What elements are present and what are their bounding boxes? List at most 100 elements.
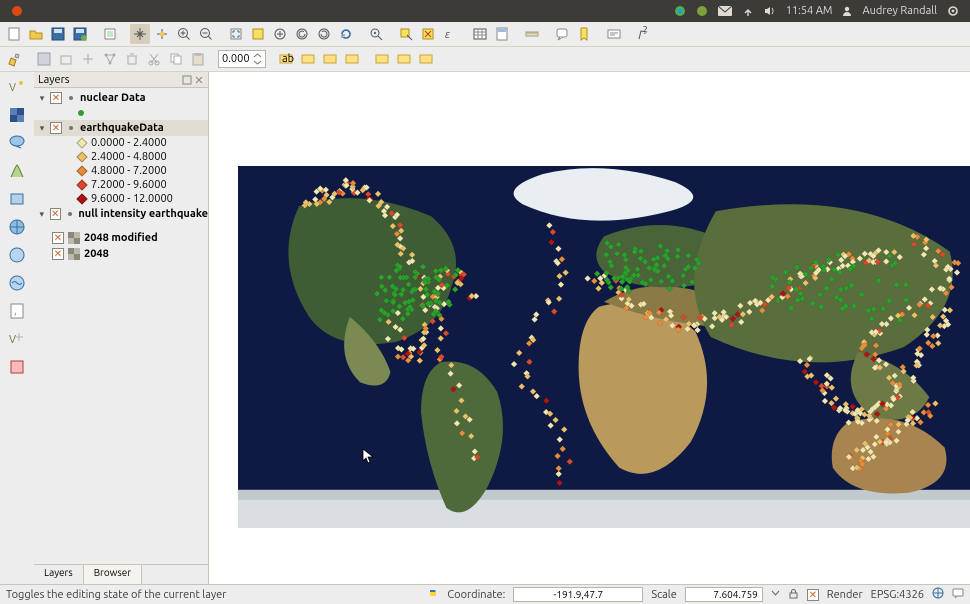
layers-tree[interactable]: ▾ nuclear Data ▾ earthquakeData 0.0000 -… [34,88,208,564]
offset-spin[interactable]: 0.000 [218,50,266,68]
panel-undock-icon[interactable] [182,75,192,85]
layer-checkbox[interactable] [50,208,61,220]
coord-field[interactable] [513,587,643,602]
add-feature-button[interactable] [56,49,76,69]
zoom-next-button[interactable] [314,24,334,44]
layers-panel-label: Layers [38,74,70,86]
measure-button[interactable] [522,24,542,44]
zoom-last-button[interactable] [292,24,312,44]
add-mssql-button[interactable] [6,188,28,210]
add-delimited-button[interactable]: , [6,300,28,322]
label-btn-3[interactable] [320,49,340,69]
refresh-button[interactable] [336,24,356,44]
expand-icon[interactable]: ▾ [38,123,46,134]
expand-icon[interactable]: ▾ [38,93,46,104]
clock[interactable]: 11:54 AM [786,5,833,17]
help-button[interactable]: ? [634,24,654,44]
print-composer-button[interactable] [100,24,120,44]
new-vector-button[interactable]: V [6,328,28,350]
field-calc-button[interactable] [492,24,512,44]
crs-label[interactable]: EPSG:4326 [871,589,924,601]
volume-icon[interactable] [764,5,776,17]
label-btn-2[interactable] [298,49,318,69]
label-btn-1[interactable]: abc [276,49,296,69]
expand-icon[interactable]: ▾ [38,209,46,220]
add-spatialite-button[interactable] [6,160,28,182]
messages-icon[interactable] [952,587,964,602]
mail-icon[interactable] [718,6,732,16]
save-button[interactable] [48,24,68,44]
open-project-button[interactable] [26,24,46,44]
updates-icon[interactable] [696,5,708,17]
toolbar-digitize: 0.000 abc [0,47,970,72]
add-vector-button[interactable]: V [6,76,28,98]
layer-row-raster1[interactable]: 2048 modified [34,230,208,246]
save-edits-button[interactable] [34,49,54,69]
user-icon[interactable] [842,6,852,16]
add-wms-button[interactable] [6,216,28,238]
label-btn-6[interactable] [394,49,414,69]
move-feature-button[interactable] [78,49,98,69]
identify-button[interactable] [366,24,386,44]
zoom-full-button[interactable] [226,24,246,44]
delete-selected-button[interactable] [122,49,142,69]
lock-icon[interactable] [788,588,799,602]
layer-row-nullintensity[interactable]: ▾ null intensity earthquake [34,206,208,222]
svg-text:V: V [9,82,16,94]
svg-text:ε: ε [445,29,450,41]
crs-icon[interactable] [932,587,944,602]
zoom-out-button[interactable] [196,24,216,44]
layer-checkbox[interactable] [50,122,62,134]
label-btn-5[interactable] [372,49,392,69]
gear-icon[interactable] [947,5,959,17]
panel-close-icon[interactable] [194,75,204,85]
zoom-in-button[interactable] [174,24,194,44]
left-toolbar: V , V [0,72,34,584]
chrome-icon[interactable] [674,5,686,17]
remove-layer-button[interactable] [6,356,28,378]
pan-button[interactable] [130,24,150,44]
layer-checkbox[interactable] [50,92,62,104]
scale-dropdown-icon[interactable] [771,589,780,601]
add-postgis-button[interactable] [6,132,28,154]
node-tool-button[interactable] [100,49,120,69]
layer-row-raster2[interactable]: 2048 [34,246,208,262]
add-wcs-button[interactable] [6,244,28,266]
pan-to-selection-button[interactable] [152,24,172,44]
tab-layers[interactable]: Layers [34,565,84,584]
layer-checkbox[interactable] [52,248,64,260]
toggle-editing-button[interactable] [4,49,24,69]
app-menu-icon[interactable] [11,5,23,17]
select-button[interactable] [396,24,416,44]
zoom-layer-button[interactable] [270,24,290,44]
layer-checkbox[interactable] [52,232,64,244]
layer-row-nuclear[interactable]: ▾ nuclear Data [34,90,208,106]
map-canvas[interactable] [238,166,970,528]
label-btn-7[interactable] [416,49,436,69]
save-as-button[interactable] [70,24,90,44]
cut-button[interactable] [144,49,164,69]
copy-button[interactable] [166,49,186,69]
add-wfs-button[interactable] [6,272,28,294]
map-tips-button[interactable] [552,24,572,44]
new-project-button[interactable] [4,24,24,44]
add-raster-button[interactable] [6,104,28,126]
scale-field[interactable] [685,587,763,602]
network-icon[interactable] [742,5,754,17]
python-icon[interactable] [427,587,439,602]
expression-select-button[interactable]: ε [440,24,460,44]
label-btn-4[interactable] [342,49,362,69]
zoom-selection-button[interactable] [248,24,268,44]
text-annotation-button[interactable] [604,24,624,44]
deselect-button[interactable] [418,24,438,44]
tab-browser[interactable]: Browser [84,565,142,584]
open-attribute-table-button[interactable] [470,24,490,44]
render-checkbox[interactable] [807,589,819,601]
toolbar-main: ε ? [0,22,970,47]
svg-text:,: , [14,305,17,317]
paste-button[interactable] [188,49,208,69]
main-area: V , V Layers ▾ nuclear Data [0,72,970,584]
bookmarks-button[interactable] [574,24,594,44]
layer-row-earthquake[interactable]: ▾ earthquakeData [34,120,208,136]
username[interactable]: Audrey Randall [862,5,937,17]
